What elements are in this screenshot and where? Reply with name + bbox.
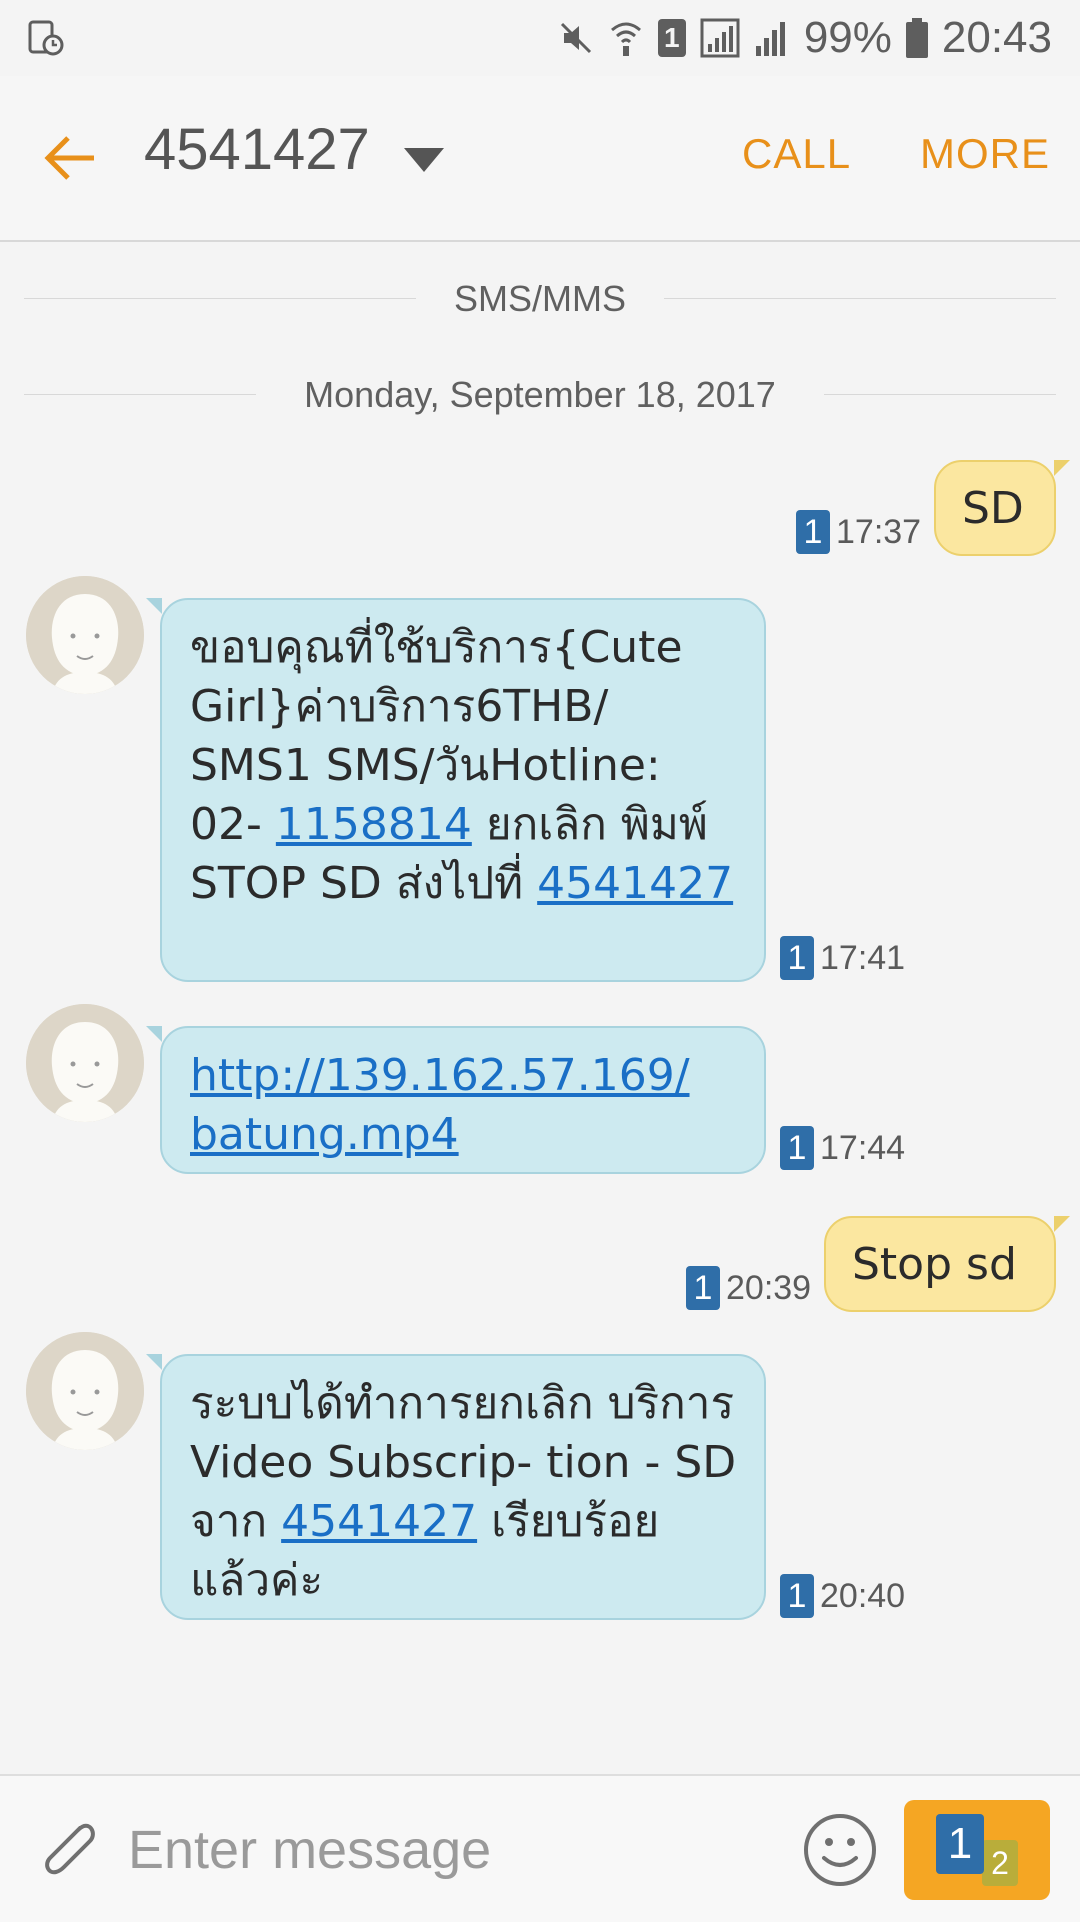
incoming-message[interactable]: http://139.162.57.169/ batung.mp4 [146, 1026, 766, 1174]
paperclip-icon[interactable] [34, 1814, 104, 1884]
channel-separator: SMS/MMS [24, 278, 1056, 319]
call-button[interactable]: CALL [742, 130, 851, 178]
incoming-message[interactable]: ระบบได้ทำการยกเลิก บริการ Video Subscrip… [146, 1354, 766, 1620]
contact-avatar[interactable] [26, 576, 144, 694]
date-separator: Monday, September 18, 2017 [24, 374, 1056, 415]
phone-link[interactable]: 1158814 [276, 799, 472, 850]
phone-link[interactable]: 4541427 [537, 858, 733, 909]
sim2-send-icon: 2 [982, 1840, 1018, 1886]
wifi-calling-icon [610, 22, 641, 56]
sim1-send-icon: 1 [936, 1814, 984, 1874]
contact-title[interactable]: 4541427 [144, 116, 370, 183]
url-link[interactable]: http://139.162.57.169/ batung.mp4 [190, 1050, 690, 1160]
message-time: 17:41 [820, 938, 906, 977]
sim-indicator: 1 [657, 19, 686, 57]
chevron-down-icon[interactable] [404, 148, 444, 172]
contact-avatar[interactable] [26, 1332, 144, 1450]
message-text: SD [962, 482, 1024, 534]
status-bar: 1 99% 20:43 [0, 0, 1080, 76]
back-arrow-icon[interactable] [42, 128, 102, 188]
outgoing-message[interactable]: Stop sd [824, 1216, 1070, 1312]
message-meta: 1 20:39 [686, 1266, 811, 1310]
battery-percent: 99% [803, 13, 892, 62]
message-meta: 1 17:44 [780, 1126, 905, 1170]
outgoing-message[interactable]: SD [934, 460, 1070, 556]
storage-icon [28, 20, 64, 56]
channel-label: SMS/MMS [453, 278, 626, 319]
message-text: Stop sd [852, 1238, 1017, 1290]
message-meta: 1 20:40 [780, 1574, 905, 1618]
default-contact-icon [26, 1004, 144, 1122]
date-label: Monday, September 18, 2017 [304, 374, 776, 415]
sim-badge: 1 [780, 936, 814, 980]
default-contact-icon [26, 576, 144, 694]
message-meta: 1 17:41 [780, 936, 905, 980]
compose-bar: 2 1 [0, 1774, 1080, 1922]
send-button[interactable]: 2 1 [904, 1800, 1050, 1900]
sim-badge: 1 [780, 1574, 814, 1618]
sim-badge: 1 [780, 1126, 814, 1170]
conversation-header: 4541427 CALL MORE [0, 76, 1080, 242]
message-meta: 1 17:37 [796, 510, 921, 554]
message-time: 17:44 [820, 1128, 906, 1167]
message-time: 20:39 [726, 1268, 812, 1307]
message-time: 17:37 [836, 512, 922, 551]
phone-link[interactable]: 4541427 [281, 1496, 477, 1547]
more-button[interactable]: MORE [920, 130, 1050, 178]
sim-badge: 1 [796, 510, 830, 554]
message-input[interactable] [126, 1814, 770, 1886]
smiley-icon[interactable] [800, 1810, 880, 1890]
contact-avatar[interactable] [26, 1004, 144, 1122]
default-contact-icon [26, 1332, 144, 1450]
message-time: 20:40 [820, 1576, 906, 1615]
clock: 20:43 [941, 13, 1052, 62]
mute-icon [560, 22, 591, 54]
battery-icon [905, 18, 928, 58]
signal-sim2-icon [755, 22, 785, 56]
incoming-message[interactable]: ขอบคุณที่ใช้บริการ{Cute Girl}ค่าบริการ6T… [146, 598, 766, 982]
signal-sim1-icon [700, 18, 740, 58]
sim-badge: 1 [686, 1266, 720, 1310]
